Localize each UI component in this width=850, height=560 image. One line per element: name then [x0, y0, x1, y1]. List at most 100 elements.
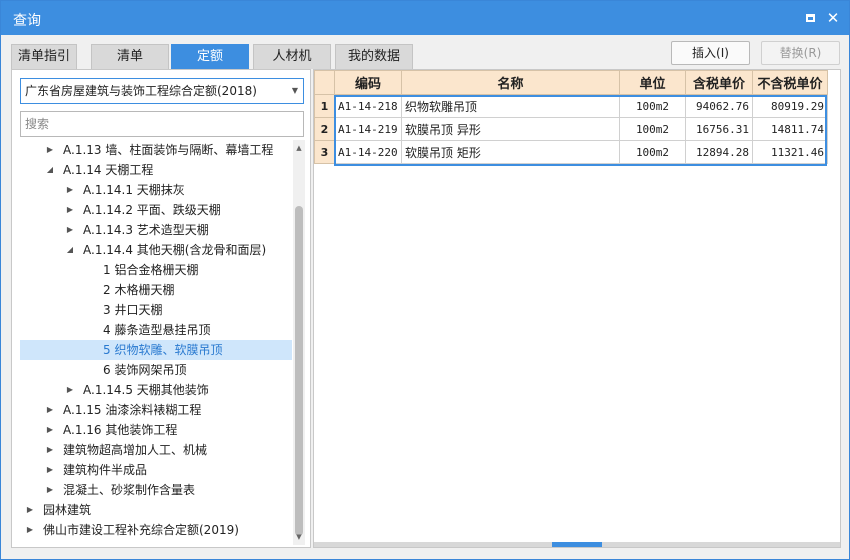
scroll-down-icon[interactable]: ▼ [293, 531, 305, 543]
search-input[interactable] [20, 111, 304, 137]
scrollbar-thumb[interactable] [295, 206, 303, 536]
expand-icon[interactable]: ▶ [44, 140, 56, 160]
quota-tree-panel: 广东省房屋建筑与装饰工程综合定额(2018) ▼ ▶ A.1.13 墙、柱面装饰与… [11, 69, 311, 548]
tree-node-label: 建筑构件半成品 [63, 463, 148, 477]
column-header-name[interactable]: 名称 [401, 70, 620, 95]
tree-node-label: A.1.14 天棚工程 [63, 163, 154, 177]
tree-leaf-selected[interactable]: 5 织物软雕、软膜吊顶 [20, 340, 292, 360]
row-number: 3 [314, 140, 335, 164]
expand-icon[interactable]: ▶ [44, 420, 56, 440]
scroll-up-icon[interactable]: ▲ [293, 142, 305, 154]
expand-icon[interactable]: ▶ [64, 220, 76, 240]
dropdown-arrow-icon: ▼ [291, 86, 298, 95]
row-number: 2 [314, 117, 335, 141]
tree-node-label: 混凝土、砂浆制作含量表 [63, 483, 196, 497]
tree-node[interactable]: ▶ A.1.14.5 天棚其他装饰 [12, 380, 292, 400]
tree-node[interactable]: ◢ A.1.14 天棚工程 [12, 160, 292, 180]
cell-price-tax[interactable]: 16756.31 [685, 117, 753, 141]
tree-node-label: A.1.14.1 天棚抹灰 [83, 183, 185, 197]
cell-code[interactable]: A1-14-220 [334, 140, 402, 164]
tree-leaf[interactable]: 1 铝合金格栅天棚 [12, 260, 292, 280]
expand-icon[interactable]: ▶ [24, 500, 36, 520]
tree-node-label: A.1.14.4 其他天棚(含龙骨和面层) [83, 243, 267, 257]
column-header-price-tax[interactable]: 含税单价 [685, 70, 753, 95]
cell-price-tax[interactable]: 12894.28 [685, 140, 753, 164]
cell-unit[interactable]: 100m2 [619, 117, 686, 141]
tree-node[interactable]: ▶ 佛山市建设工程补充综合定额(2019) [12, 520, 292, 540]
row-number: 1 [314, 94, 335, 118]
tree-node[interactable]: ▶ 园林建筑 [12, 500, 292, 520]
table-row[interactable]: 2 A1-14-219 软膜吊顶 异形 100m2 16756.31 14811… [314, 117, 828, 141]
tab-quota[interactable]: 定额 [171, 44, 249, 69]
quota-library-select[interactable]: 广东省房屋建筑与装饰工程综合定额(2018) ▼ [20, 78, 304, 104]
tree-leaf[interactable]: 4 藤条造型悬挂吊顶 [12, 320, 292, 340]
cell-code[interactable]: A1-14-218 [334, 94, 402, 118]
collapse-icon[interactable]: ◢ [44, 160, 56, 180]
tree-node[interactable]: ▶ 建筑构件半成品 [12, 460, 292, 480]
cell-price-notax[interactable]: 80919.29 [752, 94, 828, 118]
cell-code[interactable]: A1-14-219 [334, 117, 402, 141]
tree-node-label: 6 装饰网架吊顶 [103, 363, 187, 377]
expand-icon[interactable]: ▶ [44, 480, 56, 500]
cell-name[interactable]: 软膜吊顶 异形 [401, 117, 620, 141]
tab-bill[interactable]: 清单 [91, 44, 169, 69]
maximize-button[interactable] [802, 10, 818, 26]
column-header-price-notax[interactable]: 不含税单价 [752, 70, 828, 95]
insert-button[interactable]: 插入(I) [671, 41, 750, 65]
tree-leaf[interactable]: 3 井口天棚 [12, 300, 292, 320]
expand-icon[interactable]: ▶ [24, 520, 36, 540]
quota-table: 编码 名称 单位 含税单价 不含税单价 1 A1-14-218 织物软雕吊顶 1… [314, 70, 828, 164]
tree-node-label: 建筑物超高增加人工、机械 [63, 443, 208, 457]
cell-unit[interactable]: 100m2 [619, 140, 686, 164]
tree-node-label: A.1.14.2 平面、跌级天棚 [83, 203, 221, 217]
tree-node-label: A.1.14.5 天棚其他装饰 [83, 383, 209, 397]
tree-node[interactable]: ▶ A.1.16 其他装饰工程 [12, 420, 292, 440]
expand-icon[interactable]: ▶ [64, 380, 76, 400]
tree-node[interactable]: ▶ 建筑物超高增加人工、机械 [12, 440, 292, 460]
tab-my-data[interactable]: 我的数据 [335, 44, 413, 69]
tree-node[interactable]: ▶ A.1.14.2 平面、跌级天棚 [12, 200, 292, 220]
tree-node-label: 佛山市建设工程补充综合定额(2019) [43, 523, 239, 537]
close-button[interactable]: ✕ [825, 10, 841, 26]
expand-icon[interactable]: ▶ [44, 460, 56, 480]
tree-leaf[interactable]: 6 装饰网架吊顶 [12, 360, 292, 380]
tree-node[interactable]: ▶ 混凝土、砂浆制作含量表 [12, 480, 292, 500]
tree-node[interactable]: ▶ A.1.13 墙、柱面装饰与隔断、幕墙工程 [12, 140, 292, 160]
tree-node-label: A.1.16 其他装饰工程 [63, 423, 178, 437]
replace-button[interactable]: 替换(R) [761, 41, 840, 65]
tab-bill-guide[interactable]: 清单指引 [11, 44, 77, 69]
cell-name[interactable]: 织物软雕吊顶 [401, 94, 620, 118]
table-header-row: 编码 名称 单位 含税单价 不含税单价 [314, 70, 828, 95]
tree-node[interactable]: ▶ A.1.15 油漆涂料裱糊工程 [12, 400, 292, 420]
tree-node[interactable]: ▶ A.1.14.1 天棚抹灰 [12, 180, 292, 200]
cell-price-notax[interactable]: 14811.74 [752, 117, 828, 141]
collapse-icon[interactable]: ◢ [64, 240, 76, 260]
column-header-unit[interactable]: 单位 [619, 70, 686, 95]
splitter-bar[interactable] [314, 542, 840, 547]
tree-node-label: 4 藤条造型悬挂吊顶 [103, 323, 211, 337]
tree-node-label: A.1.13 墙、柱面装饰与隔断、幕墙工程 [63, 143, 274, 157]
cell-price-notax[interactable]: 11321.46 [752, 140, 828, 164]
quota-tree: ▶ A.1.13 墙、柱面装饰与隔断、幕墙工程 ◢ A.1.14 天棚工程 ▶ A.1… [12, 140, 292, 545]
tree-node-label: 5 织物软雕、软膜吊顶 [103, 343, 223, 357]
quota-library-value: 广东省房屋建筑与装饰工程综合定额(2018) [25, 84, 257, 98]
expand-icon[interactable]: ▶ [44, 440, 56, 460]
tree-leaf[interactable]: 2 木格栅天棚 [12, 280, 292, 300]
tree-node[interactable]: ◢ A.1.14.4 其他天棚(含龙骨和面层) [12, 240, 292, 260]
table-row[interactable]: 1 A1-14-218 织物软雕吊顶 100m2 94062.76 80919.… [314, 94, 828, 118]
tree-vertical-scrollbar[interactable]: ▲ ▼ [293, 140, 305, 545]
tree-node[interactable]: ▶ A.1.14.3 艺术造型天棚 [12, 220, 292, 240]
cell-unit[interactable]: 100m2 [619, 94, 686, 118]
tab-labor-material-machine[interactable]: 人材机 [253, 44, 331, 69]
expand-icon[interactable]: ▶ [64, 180, 76, 200]
table-row[interactable]: 3 A1-14-220 软膜吊顶 矩形 100m2 12894.28 11321… [314, 140, 828, 164]
splitter-grip-icon[interactable] [552, 542, 602, 547]
expand-icon[interactable]: ▶ [44, 400, 56, 420]
cell-price-tax[interactable]: 94062.76 [685, 94, 753, 118]
cell-name[interactable]: 软膜吊顶 矩形 [401, 140, 620, 164]
expand-icon[interactable]: ▶ [64, 200, 76, 220]
row-number-header [314, 70, 335, 95]
column-header-code[interactable]: 编码 [334, 70, 402, 95]
tree-node-label: 3 井口天棚 [103, 303, 163, 317]
quota-results-panel: 编码 名称 单位 含税单价 不含税单价 1 A1-14-218 织物软雕吊顶 1… [313, 69, 841, 548]
